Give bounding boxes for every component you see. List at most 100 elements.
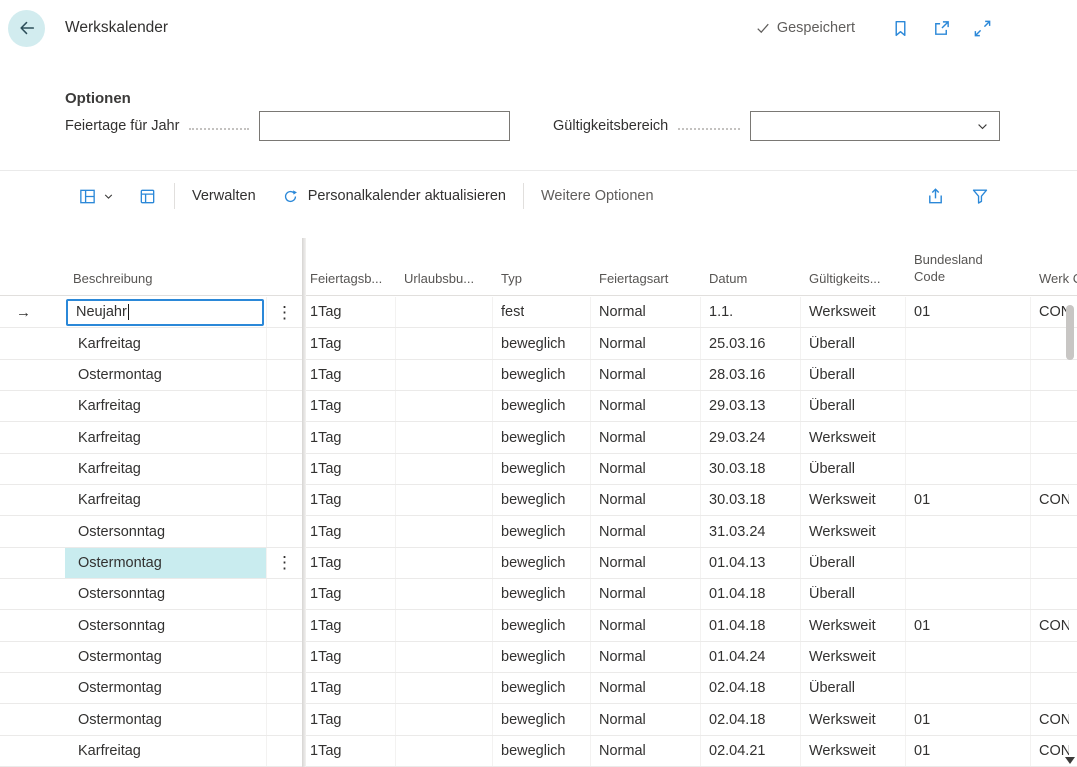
cell-bundesland-code[interactable]: 01 — [906, 704, 1031, 734]
cell-urlaubsbuchung[interactable] — [396, 642, 493, 672]
cell-urlaubsbuchung[interactable] — [396, 297, 493, 327]
cell-datum[interactable]: 31.03.24 — [701, 516, 801, 546]
sheet-view-button[interactable] — [138, 187, 157, 206]
cell-feiertagsart[interactable]: Normal — [591, 516, 701, 546]
cell-bundesland-code[interactable]: 01 — [906, 485, 1031, 515]
views-button[interactable] — [78, 187, 114, 206]
cell-urlaubsbuchung[interactable] — [396, 516, 493, 546]
cell-gueltigkeitsbereich[interactable]: Werksweit — [801, 516, 906, 546]
cell-beschreibung[interactable]: Ostersonntag — [65, 516, 267, 546]
cell-feiertagsbuchung[interactable]: 1Tag — [302, 704, 396, 734]
cell-urlaubsbuchung[interactable] — [396, 391, 493, 421]
cell-feiertagsart[interactable]: Normal — [591, 704, 701, 734]
year-input[interactable] — [259, 111, 510, 141]
cell-datum[interactable]: 29.03.13 — [701, 391, 801, 421]
cell-feiertagsart[interactable]: Normal — [591, 360, 701, 390]
cell-feiertagsart[interactable]: Normal — [591, 548, 701, 578]
cell-gueltigkeitsbereich[interactable]: Überall — [801, 391, 906, 421]
cell-typ[interactable]: fest — [493, 297, 591, 327]
cell-beschreibung[interactable]: Ostermontag — [65, 548, 267, 578]
cell-typ[interactable]: beweglich — [493, 548, 591, 578]
cell-feiertagsbuchung[interactable]: 1Tag — [302, 579, 396, 609]
back-button[interactable] — [8, 10, 45, 47]
cell-bundesland-code[interactable] — [906, 579, 1031, 609]
scrollbar-thumb[interactable] — [1066, 305, 1074, 360]
cell-typ[interactable]: beweglich — [493, 422, 591, 452]
cell-urlaubsbuchung[interactable] — [396, 328, 493, 358]
cell-feiertagsbuchung[interactable]: 1Tag — [302, 454, 396, 484]
cell-feiertagsbuchung[interactable]: 1Tag — [302, 422, 396, 452]
cell-feiertagsart[interactable]: Normal — [591, 297, 701, 327]
cell-feiertagsbuchung[interactable]: 1Tag — [302, 516, 396, 546]
cell-bundesland-code[interactable]: 01 — [906, 297, 1031, 327]
cell-gueltigkeitsbereich[interactable]: Werksweit — [801, 736, 906, 766]
cell-urlaubsbuchung[interactable] — [396, 736, 493, 766]
cell-gueltigkeitsbereich[interactable]: Werksweit — [801, 642, 906, 672]
cell-feiertagsart[interactable]: Normal — [591, 673, 701, 703]
cell-gueltigkeitsbereich[interactable]: Überall — [801, 360, 906, 390]
cell-beschreibung[interactable]: Ostermontag — [65, 642, 267, 672]
cell-datum[interactable]: 29.03.24 — [701, 422, 801, 452]
cell-bundesland-code[interactable] — [906, 391, 1031, 421]
cell-datum[interactable]: 02.04.21 — [701, 736, 801, 766]
cell-urlaubsbuchung[interactable] — [396, 704, 493, 734]
cell-feiertagsart[interactable]: Normal — [591, 391, 701, 421]
cell-beschreibung[interactable]: Karfreitag — [65, 454, 267, 484]
cell-typ[interactable]: beweglich — [493, 642, 591, 672]
cell-feiertagsart[interactable]: Normal — [591, 610, 701, 640]
cell-datum[interactable]: 01.04.13 — [701, 548, 801, 578]
cell-bundesland-code[interactable] — [906, 548, 1031, 578]
col-datum[interactable]: Datum — [701, 271, 801, 295]
cell-beschreibung[interactable]: Ostersonntag — [65, 579, 267, 609]
cell-bundesland-code[interactable] — [906, 422, 1031, 452]
vertical-scrollbar[interactable] — [1063, 297, 1077, 767]
col-feiertagsart[interactable]: Feiertagsart — [591, 271, 701, 295]
cell-gueltigkeitsbereich[interactable]: Überall — [801, 454, 906, 484]
cell-beschreibung[interactable]: Karfreitag — [65, 422, 267, 452]
col-bundesland-code[interactable]: Bundesland Code — [906, 252, 986, 295]
cell-beschreibung[interactable]: Ostermontag — [65, 704, 267, 734]
cell-feiertagsbuchung[interactable]: 1Tag — [302, 736, 396, 766]
share-button[interactable] — [926, 187, 945, 206]
col-beschreibung[interactable]: Beschreibung — [65, 271, 267, 295]
col-feiertagsbuchung[interactable]: Feiertagsb... — [302, 271, 396, 295]
cell-urlaubsbuchung[interactable] — [396, 579, 493, 609]
cell-datum[interactable]: 30.03.18 — [701, 485, 801, 515]
cell-urlaubsbuchung[interactable] — [396, 422, 493, 452]
col-gueltigkeitsbereich[interactable]: Gültigkeits... — [801, 271, 906, 295]
cell-datum[interactable]: 30.03.18 — [701, 454, 801, 484]
expand-button[interactable] — [973, 19, 992, 38]
cell-gueltigkeitsbereich[interactable]: Werksweit — [801, 422, 906, 452]
cell-datum[interactable]: 25.03.16 — [701, 328, 801, 358]
cell-datum[interactable]: 02.04.18 — [701, 704, 801, 734]
cell-feiertagsart[interactable]: Normal — [591, 422, 701, 452]
col-typ[interactable]: Typ — [493, 271, 591, 295]
bookmark-button[interactable] — [891, 19, 910, 38]
cell-beschreibung[interactable]: Karfreitag — [65, 391, 267, 421]
cell-feiertagsbuchung[interactable]: 1Tag — [302, 328, 396, 358]
cell-urlaubsbuchung[interactable] — [396, 454, 493, 484]
cell-gueltigkeitsbereich[interactable]: Werksweit — [801, 610, 906, 640]
cell-bundesland-code[interactable] — [906, 516, 1031, 546]
cell-feiertagsart[interactable]: Normal — [591, 485, 701, 515]
col-werk-code[interactable]: Werk Co — [1031, 271, 1077, 295]
cell-bundesland-code[interactable] — [906, 454, 1031, 484]
cell-gueltigkeitsbereich[interactable]: Überall — [801, 579, 906, 609]
beschreibung-edit-input[interactable]: Neujahr — [66, 299, 264, 326]
cell-typ[interactable]: beweglich — [493, 454, 591, 484]
refresh-button[interactable]: Personalkalender aktualisieren — [282, 188, 506, 205]
cell-feiertagsbuchung[interactable]: 1Tag — [302, 391, 396, 421]
cell-beschreibung[interactable]: Neujahr — [65, 297, 267, 327]
cell-gueltigkeitsbereich[interactable]: Überall — [801, 328, 906, 358]
cell-datum[interactable]: 28.03.16 — [701, 360, 801, 390]
cell-bundesland-code[interactable] — [906, 673, 1031, 703]
cell-gueltigkeitsbereich[interactable]: Überall — [801, 548, 906, 578]
cell-feiertagsbuchung[interactable]: 1Tag — [302, 642, 396, 672]
cell-bundesland-code[interactable]: 01 — [906, 610, 1031, 640]
cell-feiertagsbuchung[interactable]: 1Tag — [302, 360, 396, 390]
cell-urlaubsbuchung[interactable] — [396, 548, 493, 578]
cell-gueltigkeitsbereich[interactable]: Werksweit — [801, 297, 906, 327]
cell-beschreibung[interactable]: Karfreitag — [65, 736, 267, 766]
cell-beschreibung[interactable]: Ostersonntag — [65, 610, 267, 640]
filter-button[interactable] — [971, 187, 989, 205]
